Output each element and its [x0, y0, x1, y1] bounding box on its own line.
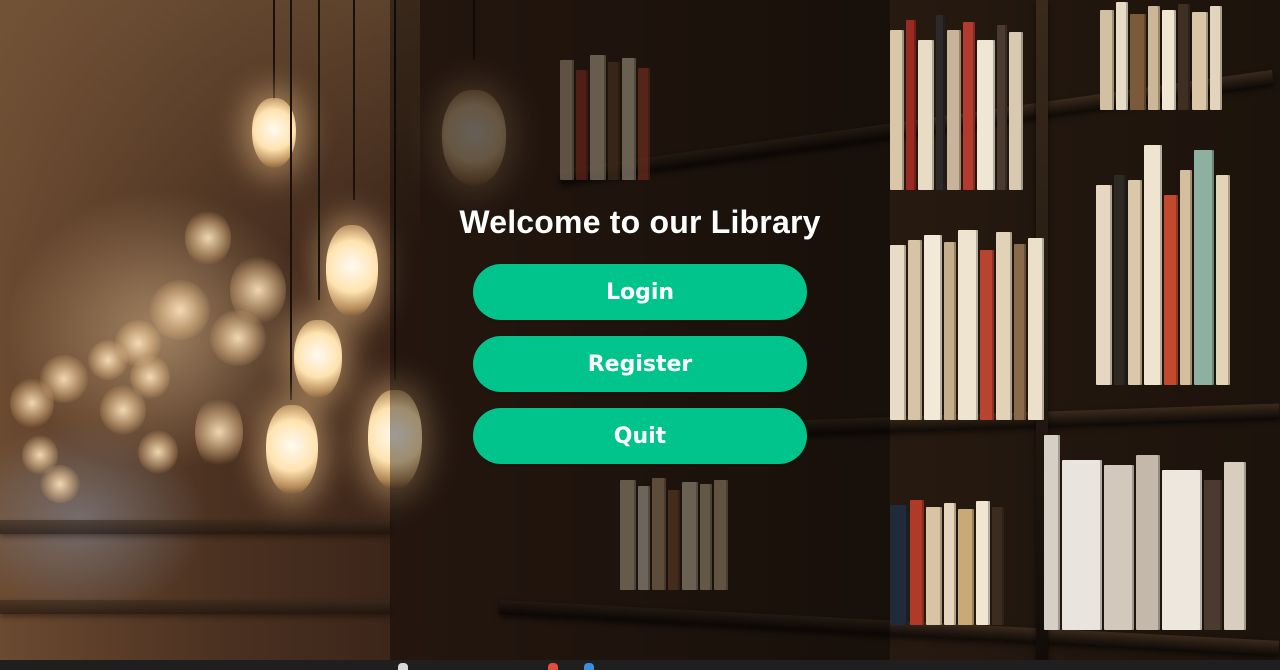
- login-button[interactable]: Login: [473, 264, 807, 320]
- light-bulb-icon: [266, 405, 318, 495]
- bulb-wire: [318, 0, 320, 300]
- book: [918, 40, 934, 190]
- os-taskbar: [0, 660, 1280, 670]
- book: [992, 507, 1004, 625]
- taskbar-app-icon[interactable]: [548, 663, 558, 670]
- book: [1180, 170, 1192, 385]
- book: [963, 22, 975, 190]
- book: [1028, 238, 1044, 420]
- book-row: [1100, 0, 1222, 110]
- shelf: [0, 600, 390, 614]
- book: [1104, 465, 1134, 630]
- book: [944, 242, 956, 420]
- light-bulb-icon: [326, 225, 378, 317]
- light-bulb-icon: [294, 320, 342, 398]
- book: [996, 232, 1012, 420]
- book: [1096, 185, 1112, 385]
- bulb-wire: [273, 0, 275, 100]
- book: [958, 509, 974, 625]
- shelf: [0, 520, 390, 534]
- book: [1204, 480, 1222, 630]
- book: [1130, 14, 1146, 110]
- book: [958, 230, 978, 420]
- book-row: [890, 205, 1044, 420]
- book: [1178, 4, 1190, 110]
- register-button[interactable]: Register: [473, 336, 807, 392]
- book: [947, 30, 961, 190]
- book: [908, 240, 922, 420]
- light-glow: [40, 465, 80, 503]
- library-main-window: Welcome to our Library Login Register Qu…: [0, 0, 1280, 670]
- light-glow: [195, 395, 243, 469]
- light-glow: [88, 340, 128, 380]
- bulb-wire: [353, 0, 355, 200]
- book: [1224, 462, 1246, 630]
- light-glow: [150, 280, 210, 340]
- book: [1162, 470, 1202, 630]
- book: [906, 20, 916, 190]
- light-glow: [10, 378, 54, 428]
- main-menu-panel: Welcome to our Library Login Register Qu…: [440, 198, 840, 480]
- book: [1210, 6, 1222, 110]
- book: [1144, 145, 1162, 385]
- book: [1192, 12, 1208, 110]
- light-glow: [100, 385, 146, 435]
- book: [1162, 10, 1176, 110]
- quit-button[interactable]: Quit: [473, 408, 807, 464]
- book: [977, 40, 995, 190]
- book: [936, 15, 945, 190]
- book: [1164, 195, 1178, 385]
- book: [1116, 2, 1128, 110]
- book: [1128, 180, 1142, 385]
- light-glow: [138, 430, 178, 474]
- book-row: [1096, 140, 1230, 385]
- light-glow: [210, 310, 266, 366]
- book: [1009, 32, 1023, 190]
- book: [944, 503, 956, 625]
- taskbar-app-icon[interactable]: [398, 663, 408, 670]
- book: [890, 30, 904, 190]
- book: [976, 501, 990, 625]
- book: [924, 235, 942, 420]
- book: [1148, 6, 1160, 110]
- bulb-wire: [290, 0, 292, 400]
- book: [1136, 455, 1160, 630]
- book: [1114, 175, 1126, 385]
- book: [1062, 460, 1102, 630]
- book: [980, 250, 994, 420]
- taskbar-app-icon[interactable]: [584, 663, 594, 670]
- book: [997, 25, 1007, 190]
- book-row: [1044, 430, 1246, 630]
- book: [1216, 175, 1230, 385]
- book-row: [890, 10, 1023, 190]
- book: [1014, 244, 1026, 420]
- book: [890, 505, 908, 625]
- book: [926, 507, 942, 625]
- book: [910, 500, 924, 625]
- book: [1100, 10, 1114, 110]
- book: [1044, 435, 1060, 630]
- book: [1194, 150, 1214, 385]
- welcome-title: Welcome to our Library: [459, 204, 821, 240]
- light-glow: [185, 210, 231, 266]
- book-row: [890, 495, 1004, 625]
- book: [890, 245, 906, 420]
